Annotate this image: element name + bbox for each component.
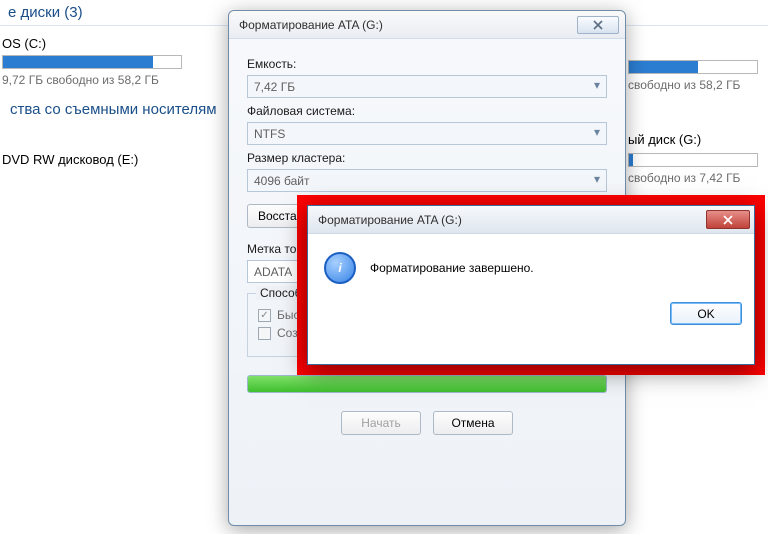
highlight-annotation: Форматирование ATA (G:) i Форматирование… bbox=[297, 195, 765, 375]
format-progress-bar bbox=[247, 375, 607, 393]
checkbox-icon: ✓ bbox=[258, 309, 271, 322]
start-button[interactable]: Начать bbox=[341, 411, 421, 435]
drive-usage-bar bbox=[2, 55, 182, 69]
close-button[interactable] bbox=[577, 16, 619, 34]
checkbox-icon bbox=[258, 327, 271, 340]
cluster-label: Размер кластера: bbox=[247, 151, 607, 165]
filesystem-select[interactable]: NTFS bbox=[247, 122, 607, 145]
drive-g[interactable]: ый диск (G:) свободно из 7,42 ГБ bbox=[628, 132, 768, 185]
alert-close-button[interactable] bbox=[706, 210, 750, 229]
cancel-button[interactable]: Отмена bbox=[433, 411, 513, 435]
drive-right-1[interactable]: свободно из 58,2 ГБ bbox=[628, 60, 768, 92]
ok-button[interactable]: OK bbox=[670, 302, 742, 325]
filesystem-label: Файловая система: bbox=[247, 104, 607, 118]
close-icon bbox=[722, 215, 734, 225]
format-dialog-titlebar[interactable]: Форматирование ATA (G:) bbox=[229, 11, 625, 39]
format-complete-alert: Форматирование ATA (G:) i Форматирование… bbox=[307, 205, 755, 365]
alert-title-text: Форматирование ATA (G:) bbox=[318, 213, 462, 227]
capacity-label: Емкость: bbox=[247, 57, 607, 71]
cluster-select[interactable]: 4096 байт bbox=[247, 169, 607, 192]
capacity-select[interactable]: 7,42 ГБ bbox=[247, 75, 607, 98]
info-icon: i bbox=[324, 252, 356, 284]
alert-titlebar[interactable]: Форматирование ATA (G:) bbox=[308, 206, 754, 234]
format-dialog-title: Форматирование ATA (G:) bbox=[239, 18, 383, 32]
close-icon bbox=[592, 20, 604, 30]
alert-message: Форматирование завершено. bbox=[370, 261, 534, 275]
